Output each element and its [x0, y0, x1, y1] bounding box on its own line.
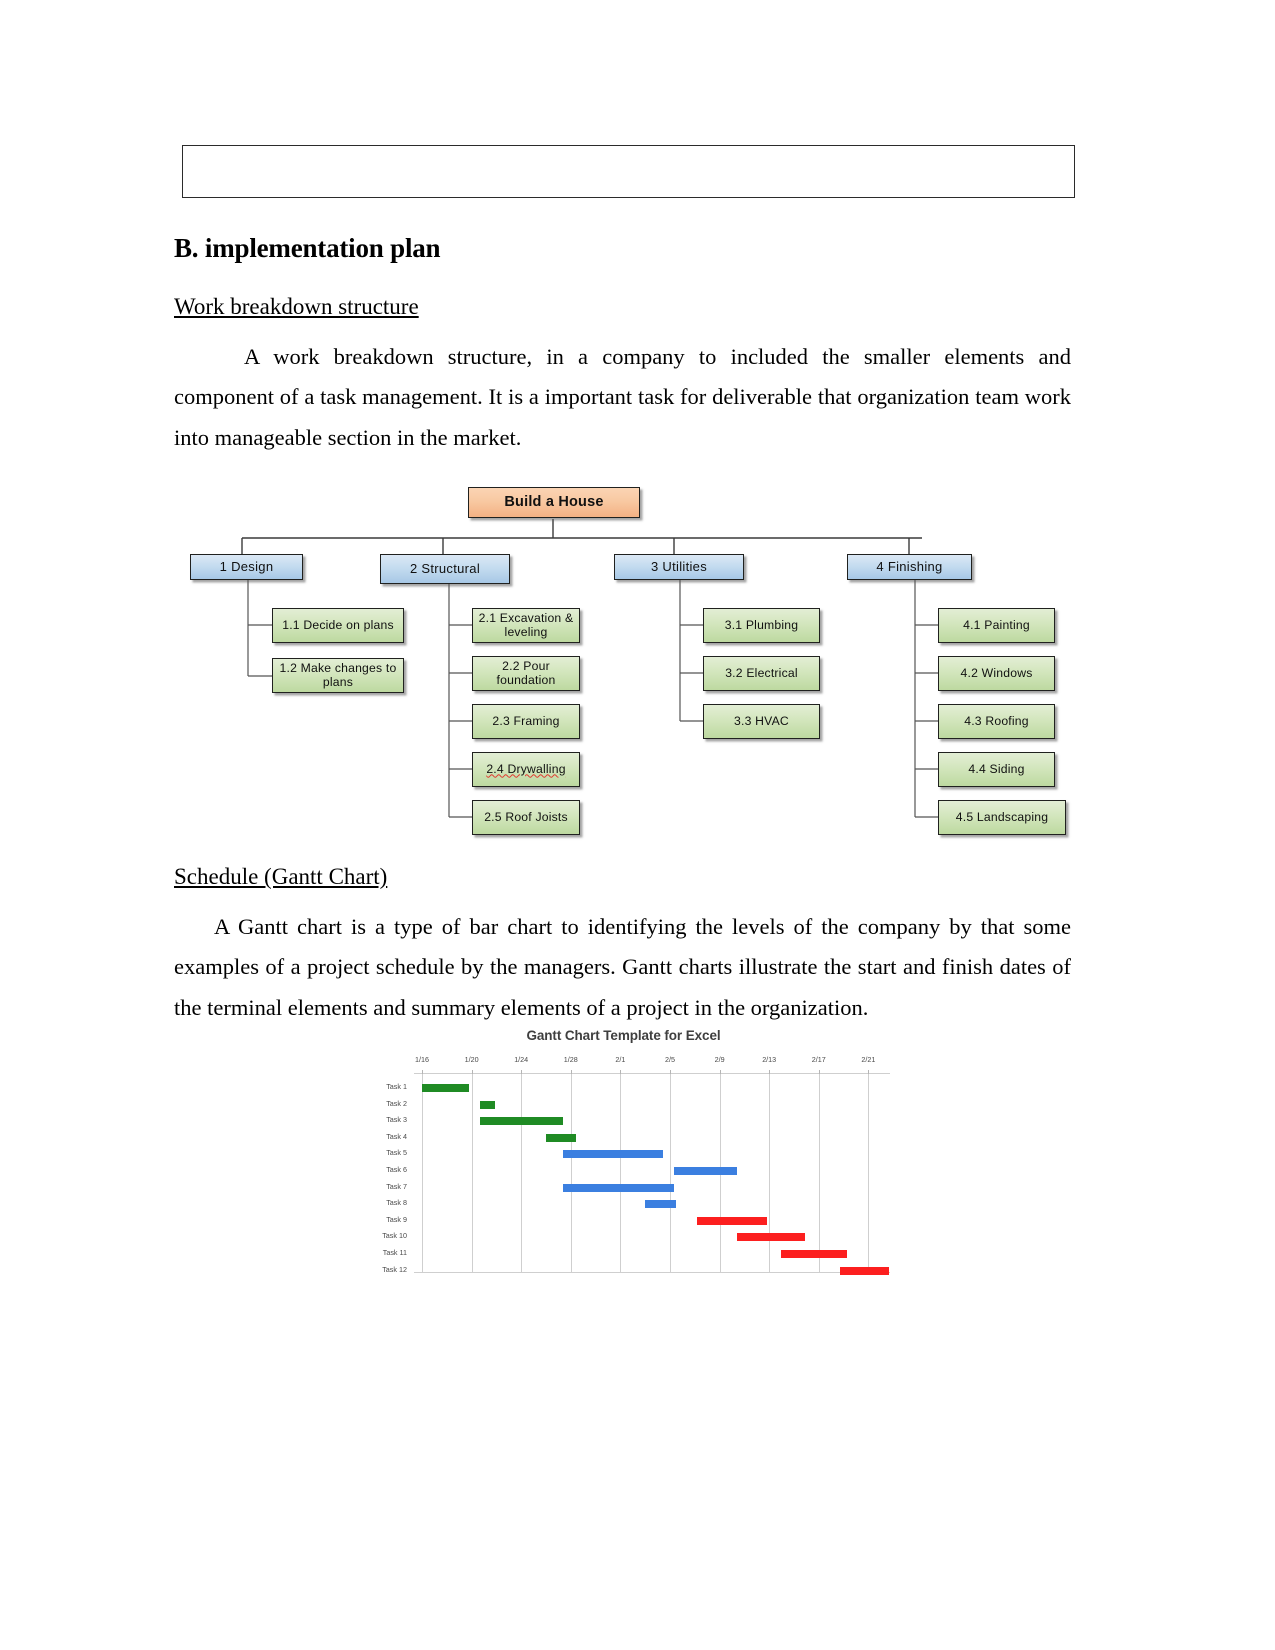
gantt-task-label: Task 8 [386, 1198, 407, 1208]
gantt-task-label: Task 11 [382, 1247, 407, 1257]
gantt-date-tick-label: 2/1 [615, 1055, 626, 1064]
gantt-date-tick-label: 2/5 [665, 1055, 675, 1064]
gantt-gridline [521, 1074, 523, 1272]
gantt-bar [480, 1117, 564, 1126]
gantt-bar [422, 1084, 469, 1092]
wbs-node-1-1: 1.1 Decide on plans [272, 608, 404, 643]
wbs-node-2-4-label: 2.4 Drywalling [486, 761, 566, 776]
wbs-node-1-design: 1 Design [190, 554, 303, 580]
gantt-axis-tick [471, 1070, 473, 1074]
gantt-task-label: Task 10 [382, 1231, 407, 1241]
gantt-bar [563, 1183, 674, 1192]
gantt-chart-body: Task 1 Task 2 Task 3 Task 4 Task 5 Task 6 Task… [357, 1051, 890, 1275]
wbs-node-4-finishing: 4 Finishing [847, 554, 972, 580]
gantt-gridline [868, 1074, 870, 1272]
paragraph-gantt: A Gantt chart is a type of bar chart to … [174, 907, 1071, 1030]
wbs-root-node: Build a House [468, 487, 640, 518]
wbs-node-3-2: 3.2 Electrical [703, 656, 820, 691]
page-title: B. implementation plan [174, 233, 441, 263]
gantt-date-tick-label: 2/17 [811, 1055, 826, 1064]
gantt-date-tick-label: 2/13 [762, 1055, 777, 1064]
header-text-box [182, 145, 1075, 198]
gantt-bar [736, 1233, 805, 1242]
gantt-plot-area: 1/16 1/20 1/24 1/28 2/1 2/5 2/9 2/13 2/17 2/21 [414, 1051, 890, 1275]
gantt-axis-tick [670, 1070, 671, 1074]
gantt-date-tick-label: 1/28 [563, 1055, 578, 1064]
gantt-axis-tick [422, 1070, 423, 1074]
wbs-node-4-4: 4.4 Siding [938, 752, 1055, 787]
wbs-node-4-5: 4.5 Landscaping [938, 800, 1066, 835]
gantt-task-label: Task 6 [386, 1164, 407, 1174]
gantt-gridline [818, 1074, 820, 1272]
gantt-gridline [769, 1074, 771, 1272]
gantt-gridline [620, 1074, 622, 1272]
gantt-axis-tick [769, 1070, 771, 1074]
wbs-node-2-structural: 2 Structural [380, 554, 510, 584]
gantt-task-label: Task 5 [386, 1148, 407, 1158]
gantt-task-label: Task 2 [386, 1098, 407, 1108]
gantt-date-tick-label: 1/16 [415, 1055, 429, 1064]
gantt-bar [563, 1150, 663, 1159]
wbs-node-3-utilities: 3 Utilities [614, 554, 744, 580]
paragraph-wbs: A work breakdown structure, in a company… [174, 337, 1071, 460]
gantt-task-labels: Task 1 Task 2 Task 3 Task 4 Task 5 Task 6 Task… [357, 1079, 412, 1278]
gantt-gridline [471, 1074, 473, 1272]
document-content: B. implementation plan Work breakdown st… [174, 233, 1071, 459]
wbs-node-2-1: 2.1 Excavation & leveling [472, 608, 580, 643]
wbs-node-2-3: 2.3 Framing [472, 704, 580, 739]
gantt-bar [644, 1200, 676, 1209]
gantt-bar [545, 1133, 577, 1142]
subheading-schedule-gantt-chart: Schedule (Gantt Chart) [174, 864, 388, 889]
wbs-node-3-1: 3.1 Plumbing [703, 608, 820, 643]
gantt-axis-tick [521, 1070, 523, 1074]
gantt-gridline [670, 1074, 671, 1272]
gantt-date-tick-label: 1/24 [514, 1055, 529, 1064]
document-page: B. implementation plan Work breakdown st… [0, 0, 1275, 1650]
work-breakdown-structure-diagram: Build a House 1 Design 2 Structural 3 Ut… [180, 470, 1080, 840]
gantt-bar [480, 1100, 496, 1109]
wbs-node-4-3: 4.3 Roofing [938, 704, 1055, 739]
gantt-task-label: Task 7 [386, 1181, 407, 1191]
gantt-axis-tick [719, 1070, 721, 1074]
wbs-node-2-2: 2.2 Pour foundation [472, 656, 580, 691]
gantt-task-label: Task 1 [386, 1082, 407, 1091]
gantt-task-label: Task 12 [382, 1264, 407, 1274]
gantt-chart-title: Gantt Chart Template for Excel [526, 1028, 721, 1043]
gantt-gridline [422, 1074, 423, 1272]
gantt-date-tick-label: 2/9 [714, 1055, 725, 1064]
gantt-date-tick-label: 2/21 [861, 1055, 876, 1064]
gantt-axis-tick [620, 1070, 622, 1074]
gantt-chart-figure: Gantt Chart Template for Excel Task 1 Tas… [357, 1028, 890, 1283]
gantt-bar [673, 1167, 737, 1175]
wbs-node-2-5: 2.5 Roof Joists [472, 800, 580, 835]
document-content-gantt: Schedule (Gantt Chart) A Gantt chart is … [174, 860, 1071, 1029]
gantt-bar [697, 1216, 767, 1225]
gantt-axis-tick [570, 1070, 572, 1074]
gantt-axis-tick [868, 1070, 870, 1074]
paragraph-gantt-text: A Gantt chart is a type of bar chart to … [174, 913, 1071, 1021]
gantt-task-label: Task 9 [386, 1214, 407, 1224]
wbs-node-4-2: 4.2 Windows [938, 656, 1055, 691]
gantt-bar [780, 1250, 847, 1258]
gantt-task-label: Task 3 [386, 1115, 407, 1125]
wbs-node-1-2: 1.2 Make changes to plans [272, 658, 404, 693]
gantt-grid-and-bars [414, 1070, 890, 1275]
wbs-node-2-4: 2.4 Drywalling [472, 752, 580, 787]
gantt-task-label: Task 4 [386, 1131, 407, 1141]
subheading-work-breakdown-structure: Work breakdown structure [174, 294, 419, 319]
gantt-gridline [570, 1074, 572, 1272]
gantt-date-tick-label: 1/20 [464, 1055, 479, 1064]
paragraph-wbs-text: A work breakdown structure, in a company… [174, 343, 1071, 451]
gantt-axis-tick [818, 1070, 820, 1074]
wbs-node-3-3: 3.3 HVAC [703, 704, 820, 739]
wbs-node-4-1: 4.1 Painting [938, 608, 1055, 643]
gantt-bar [839, 1266, 889, 1275]
